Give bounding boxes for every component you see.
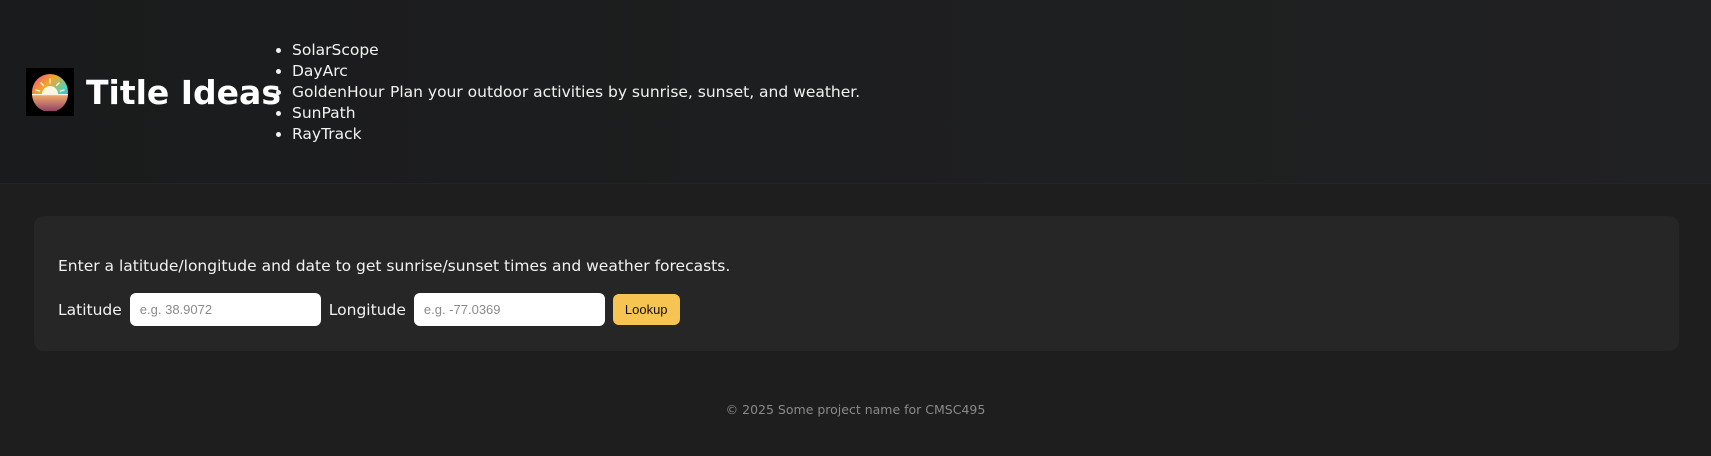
title-ideas-list: SolarScope DayArc GoldenHour SunPath Ray… — [272, 40, 384, 145]
title-idea-item: SolarScope — [292, 40, 384, 61]
lookup-button[interactable]: Lookup — [612, 294, 680, 325]
longitude-label: Longitude — [328, 300, 406, 319]
title-idea-item: RayTrack — [292, 124, 384, 145]
app-logo — [26, 68, 74, 116]
lookup-form: Latitude Longitude Lookup — [58, 293, 680, 326]
page-title: Title Ideas — [86, 73, 281, 112]
title-idea-item: SunPath — [292, 103, 384, 124]
title-idea-item: GoldenHour — [292, 82, 384, 103]
app-header: Title Ideas SolarScope DayArc GoldenHour… — [0, 0, 1711, 184]
footer-text: © 2025 Some project name for CMSC495 — [725, 402, 986, 417]
sunrise-gradient-icon — [32, 74, 68, 111]
lookup-instructions: Enter a latitude/longitude and date to g… — [58, 257, 731, 275]
latitude-input[interactable] — [129, 293, 321, 326]
lookup-card: Enter a latitude/longitude and date to g… — [34, 216, 1679, 351]
tagline: Plan your outdoor activities by sunrise,… — [390, 83, 861, 101]
title-idea-item: DayArc — [292, 61, 384, 82]
longitude-input[interactable] — [413, 293, 605, 326]
latitude-label: Latitude — [58, 300, 122, 319]
